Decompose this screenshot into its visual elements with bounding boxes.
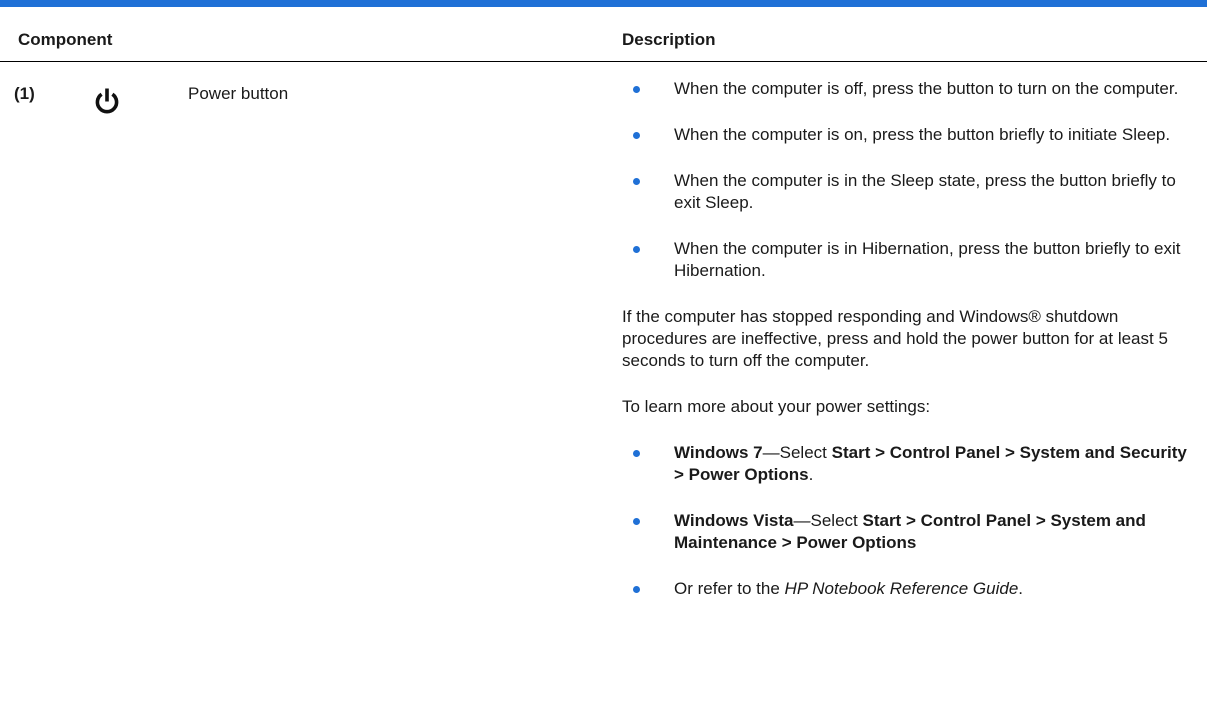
component-number: (1) <box>14 84 35 103</box>
select-text: —Select <box>762 443 832 462</box>
bullet-text: When the computer is on, press the butto… <box>674 125 1171 144</box>
os-name: Windows 7 <box>674 443 763 462</box>
table-header-row: Component Description <box>0 7 1207 62</box>
list-item: When the computer is on, press the butto… <box>622 124 1200 146</box>
header-description: Description <box>622 30 716 49</box>
bullet-text: When the computer is in Hibernation, pre… <box>674 239 1181 280</box>
list-item: When the computer is in the Sleep state,… <box>622 170 1200 214</box>
bullet-text: When the computer is in the Sleep state,… <box>674 171 1176 212</box>
bullet-icon <box>633 132 640 139</box>
period: . <box>1018 579 1024 598</box>
component-name: Power button <box>188 84 289 103</box>
top-accent-rule <box>0 0 1207 7</box>
select-text: —Select <box>793 511 863 530</box>
description-cell: When the computer is off, press the butt… <box>622 78 1200 624</box>
list-item-guide: Or refer to the HP Notebook Reference Gu… <box>622 578 1200 600</box>
bullet-icon <box>633 86 640 93</box>
power-settings-intro: To learn more about your power settings: <box>622 397 931 416</box>
bullet-icon <box>633 450 640 457</box>
header-component: Component <box>18 30 113 49</box>
list-item-windows-7: Windows 7—Select Start > Control Panel >… <box>622 442 1200 486</box>
period: . <box>808 465 814 484</box>
guide-title: HP Notebook Reference Guide <box>784 579 1019 598</box>
guide-pre: Or refer to the <box>674 579 785 598</box>
bullet-text: When the computer is off, press the butt… <box>674 79 1179 98</box>
bullet-icon <box>633 178 640 185</box>
bullet-icon <box>633 246 640 253</box>
bullet-icon <box>633 586 640 593</box>
bullet-icon <box>633 518 640 525</box>
power-icon <box>92 86 122 116</box>
unresponsive-paragraph: If the computer has stopped responding a… <box>622 307 1168 370</box>
list-item: When the computer is off, press the butt… <box>622 78 1200 100</box>
os-name: Windows Vista <box>674 511 794 530</box>
document-page: { "colors": { "accent_rule": "#1f70d6", … <box>0 0 1207 727</box>
list-item-windows-vista: Windows Vista—Select Start > Control Pan… <box>622 510 1200 554</box>
list-item: When the computer is in Hibernation, pre… <box>622 238 1200 282</box>
